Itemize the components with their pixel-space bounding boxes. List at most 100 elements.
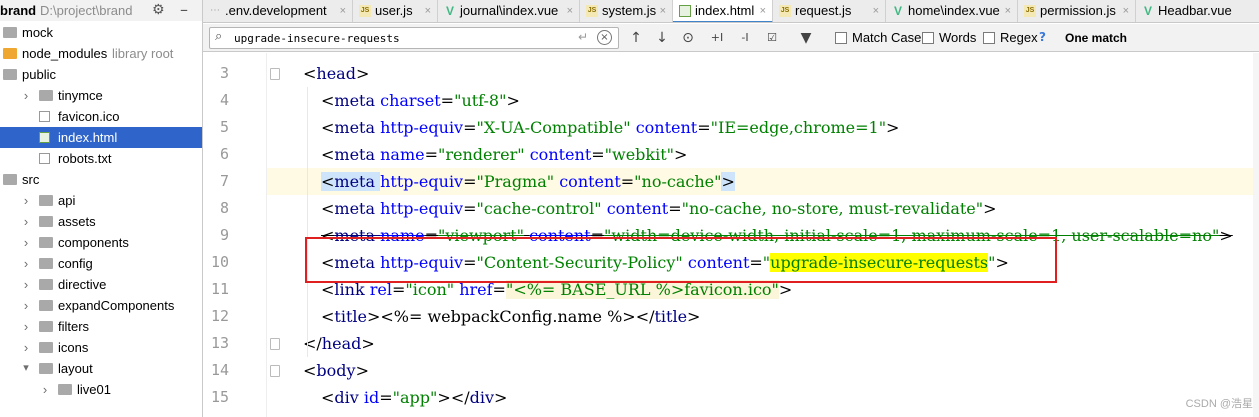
tab-system-js[interactable]: JS system.js ×	[580, 0, 673, 22]
close-tab-icon[interactable]: ×	[425, 0, 431, 22]
code-line[interactable]: <meta charset="utf-8">	[267, 87, 1259, 114]
match-case-option[interactable]: Match Case	[835, 30, 921, 46]
tree-item-index-html[interactable]: index.html	[0, 127, 202, 148]
tree-item-mock[interactable]: mock	[0, 22, 202, 43]
tree-item-src[interactable]: src	[0, 169, 202, 190]
code-line[interactable]: <meta http-equiv="Pragma" content="no-ca…	[267, 168, 1259, 195]
new-line-icon[interactable]: ↵	[578, 30, 588, 44]
tab-index-html[interactable]: index.html ×	[673, 0, 773, 22]
tree-item-node-modules[interactable]: node_modules library root	[0, 43, 202, 64]
tree-item-public[interactable]: public	[0, 64, 202, 85]
line-number: 5	[219, 118, 229, 136]
tree-item-components[interactable]: › components	[0, 232, 202, 253]
tree-item-brand[interactable]: brand D:\project\brand	[0, 0, 202, 21]
tab-journal-index-vue[interactable]: Vjournal\index.vue ×	[438, 0, 580, 22]
chevron-right-icon[interactable]: ›	[21, 295, 31, 316]
close-tab-icon[interactable]: ×	[1123, 0, 1129, 22]
tree-item-favicon-ico[interactable]: favicon.ico	[0, 106, 202, 127]
chevron-right-icon[interactable]: ›	[40, 379, 50, 400]
code-token: >	[721, 172, 735, 191]
words-checkbox[interactable]	[922, 32, 934, 44]
code-line-content: </head>	[303, 330, 375, 357]
close-tab-icon[interactable]: ×	[340, 0, 346, 22]
code-line[interactable]: <meta http-equiv="cache-control" content…	[267, 195, 1259, 222]
chevron-right-icon[interactable]: ›	[21, 85, 31, 106]
chevron-right-icon[interactable]: ›	[21, 316, 31, 337]
code-line[interactable]: <title><%= webpackConfig.name %></title>	[267, 303, 1259, 330]
tree-item-assets[interactable]: › assets	[0, 211, 202, 232]
tree-item-label: mock	[22, 25, 54, 40]
folder-icon	[39, 258, 53, 269]
regex-option[interactable]: Regex	[983, 30, 1038, 46]
tab-headbar-vue[interactable]: V Headbar.vue	[1136, 0, 1259, 22]
code-line-content: <meta http-equiv="X-UA-Compatible" conte…	[321, 114, 899, 141]
js-file-icon: JS	[779, 5, 791, 17]
chevron-right-icon[interactable]: ›	[21, 337, 31, 358]
close-tab-icon[interactable]: ×	[760, 0, 766, 22]
chevron-down-icon[interactable]: ▾	[21, 358, 31, 379]
tab-permission-js[interactable]: JS permission.js ×	[1018, 0, 1136, 22]
tree-item-live01[interactable]: › live01	[0, 379, 202, 400]
search-icon[interactable]: ⌕	[215, 29, 222, 44]
tree-item-label: components	[58, 235, 129, 250]
close-tab-icon[interactable]: ×	[567, 0, 573, 22]
find-all-icon[interactable]: ⊙	[679, 28, 697, 48]
chevron-right-icon[interactable]: ›	[21, 253, 31, 274]
tree-item-filters[interactable]: › filters	[0, 316, 202, 337]
folder-icon	[3, 27, 17, 38]
close-tab-icon[interactable]: ×	[873, 0, 879, 22]
previous-occurrence-icon[interactable]: ↑	[628, 28, 644, 48]
code-line[interactable]: <head>	[267, 60, 1259, 87]
code-token: =	[379, 388, 393, 407]
tree-item-directive[interactable]: › directive	[0, 274, 202, 295]
code-token: <	[321, 145, 335, 164]
search-input[interactable]	[234, 30, 564, 46]
select-all-occurrences-icon[interactable]: ☑	[763, 28, 781, 48]
tab-request-js[interactable]: JS request.js ×	[773, 0, 886, 22]
chevron-right-icon[interactable]: ›	[21, 190, 31, 211]
tree-item-expandcomponents[interactable]: › expandComponents	[0, 295, 202, 316]
search-field-wrapper: ⌕ ↵ ×	[209, 27, 619, 49]
chevron-right-icon[interactable]: ›	[21, 232, 31, 253]
code-editor[interactable]: <head> <meta charset="utf-8"> <meta http-e…	[267, 53, 1259, 417]
close-tab-icon[interactable]: ×	[660, 0, 666, 22]
regex-help-link[interactable]: ?	[1039, 30, 1046, 44]
remove-selection-icon[interactable]: -I	[736, 28, 754, 48]
tree-item-robots-txt[interactable]: robots.txt	[0, 148, 202, 169]
filter-icon[interactable]: ▼	[797, 28, 815, 48]
code-token: title	[654, 307, 688, 326]
code-line-content: <meta name="renderer" content="webkit">	[321, 141, 687, 168]
editor-scrollbar[interactable]	[1253, 53, 1259, 417]
tree-item-config[interactable]: › config	[0, 253, 202, 274]
line-number: 8	[219, 199, 229, 217]
next-occurrence-icon[interactable]: ↓	[654, 28, 670, 48]
line-number: 3	[219, 64, 229, 82]
tab-user-js[interactable]: JS user.js ×	[353, 0, 438, 22]
code-token: >	[366, 307, 381, 326]
add-selection-icon[interactable]: +I	[708, 28, 726, 48]
regex-checkbox[interactable]	[983, 32, 995, 44]
code-token: >	[506, 91, 520, 110]
tree-item-layout[interactable]: ▾ layout	[0, 358, 202, 379]
folder-icon	[58, 384, 72, 395]
tree-item-tinymce[interactable]: › tinymce	[0, 85, 202, 106]
match-count: One match	[1065, 31, 1128, 45]
code-token: "no-cache, no-store, must-revalidate"	[681, 199, 984, 218]
match-case-checkbox[interactable]	[835, 32, 847, 44]
chevron-right-icon[interactable]: ›	[21, 274, 31, 295]
words-option[interactable]: Words	[922, 30, 980, 46]
code-line[interactable]: <body>	[267, 357, 1259, 384]
code-line[interactable]: </head>	[267, 330, 1259, 357]
close-tab-icon[interactable]: ×	[1005, 0, 1011, 22]
tab--env-development[interactable]: ⋯ .env.development ×	[203, 0, 353, 22]
tree-item-api[interactable]: › api	[0, 190, 202, 211]
clear-search-icon[interactable]: ×	[597, 30, 612, 45]
tree-item-icons[interactable]: › icons	[0, 337, 202, 358]
code-line[interactable]: <div id="app"></div>	[267, 384, 1259, 411]
code-line[interactable]: <meta http-equiv="X-UA-Compatible" conte…	[267, 114, 1259, 141]
chevron-right-icon[interactable]: ›	[21, 211, 31, 232]
code-line[interactable]: <meta name="renderer" content="webkit">	[267, 141, 1259, 168]
tab-home-index-vue[interactable]: Vhome\index.vue ×	[886, 0, 1018, 22]
tree-item-label: config	[58, 256, 93, 271]
code-token: =	[463, 172, 477, 191]
